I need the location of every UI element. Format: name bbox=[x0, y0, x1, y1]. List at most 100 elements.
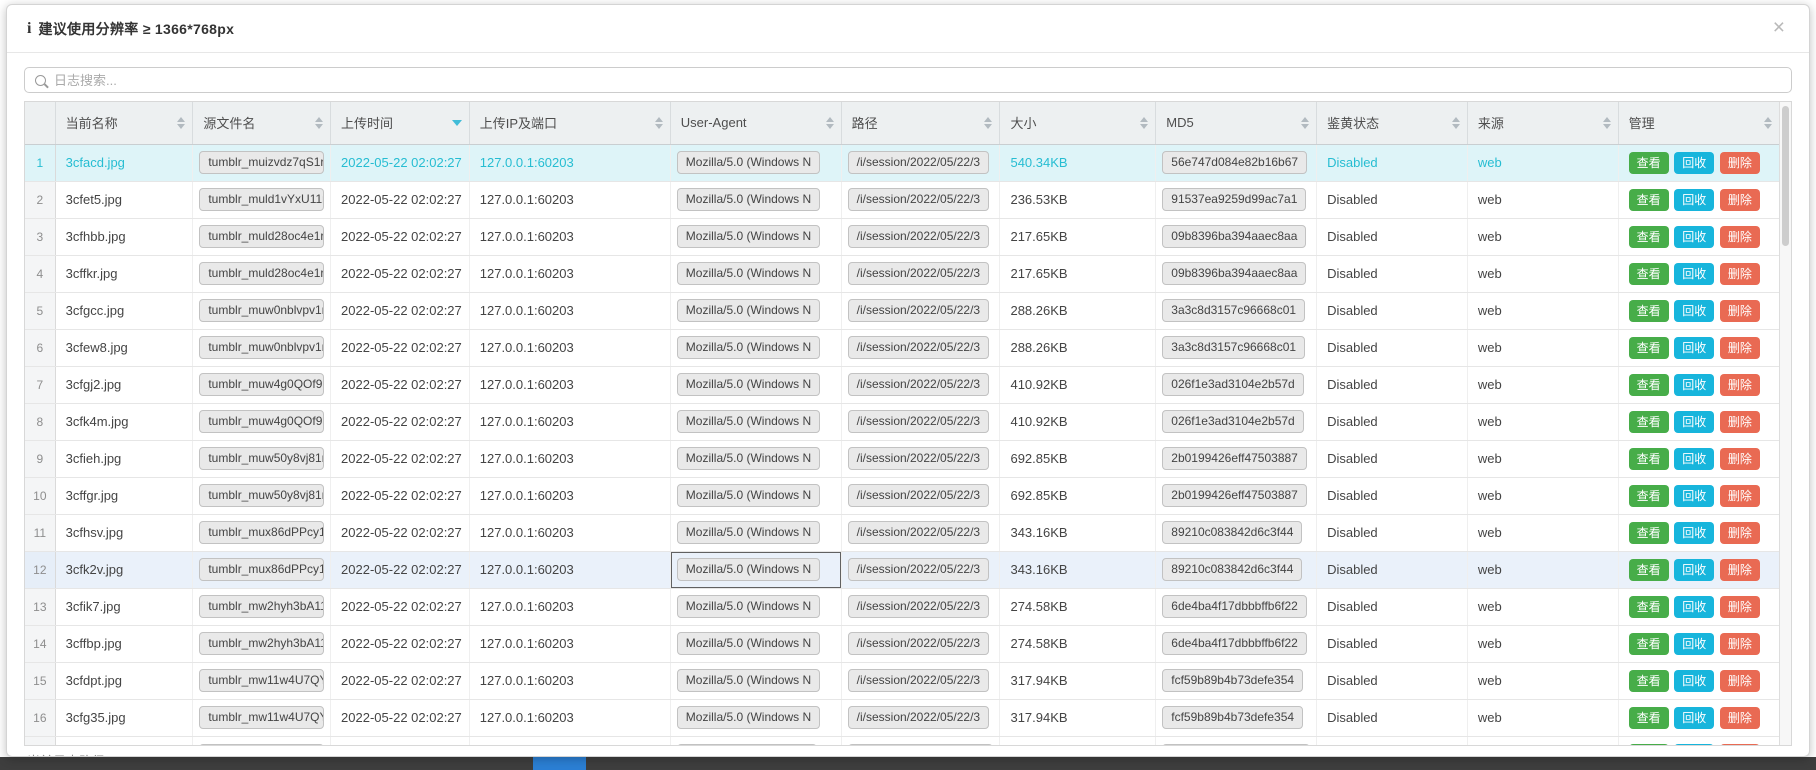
recycle-button[interactable]: 回收 bbox=[1674, 559, 1714, 581]
recycle-button[interactable]: 回收 bbox=[1674, 670, 1714, 692]
path-badge[interactable]: /i/session/2022/05/22/3 bbox=[848, 225, 989, 248]
source-file-badge[interactable]: tumblr_muw50y8vj81r2 bbox=[199, 447, 324, 470]
delete-button[interactable]: 删除 bbox=[1720, 152, 1760, 174]
path-badge[interactable]: /i/session/2022/05/22/3 bbox=[848, 299, 989, 322]
table-row[interactable]: 16 3cfg35.jpg tumblr_mw11w4U7QY1 2022-05… bbox=[25, 699, 1779, 736]
recycle-button[interactable]: 回收 bbox=[1674, 152, 1714, 174]
source-file-badge[interactable]: tumblr_muw50y8vj81r2 bbox=[199, 484, 324, 507]
delete-button[interactable]: 删除 bbox=[1720, 448, 1760, 470]
table-row[interactable]: 14 3cffbp.jpg tumblr_mw2hyh3bA11r 2022-0… bbox=[25, 625, 1779, 662]
md5-badge[interactable]: 3a3c8d3157c96668c01 bbox=[1162, 336, 1305, 359]
user-agent-badge[interactable]: Mozilla/5.0 (Windows N bbox=[677, 632, 820, 655]
source-file-badge[interactable]: tumblr_mux86dPPcy1r bbox=[199, 558, 324, 581]
view-button[interactable]: 查看 bbox=[1629, 411, 1669, 433]
path-badge[interactable]: /i/session/2022/05/22/3 bbox=[848, 521, 989, 544]
user-agent-badge[interactable]: Mozilla/5.0 (Windows N bbox=[677, 484, 820, 507]
table-row[interactable]: 2 3cfet5.jpg tumblr_muld1vYxU11r2 2022-0… bbox=[25, 181, 1779, 218]
recycle-button[interactable]: 回收 bbox=[1674, 263, 1714, 285]
table-row[interactable]: 5 3cfgcc.jpg tumblr_muw0nblvpv1r2 2022-0… bbox=[25, 292, 1779, 329]
md5-badge[interactable]: 6de4ba4f17dbbbffb6f22 bbox=[1162, 595, 1307, 618]
user-agent-badge[interactable]: Mozilla/5.0 (Windows N bbox=[677, 595, 820, 618]
column-header-path[interactable]: 路径 bbox=[841, 102, 1000, 144]
user-agent-badge[interactable]: Mozilla/5.0 (Windows N bbox=[677, 151, 820, 174]
recycle-button[interactable]: 回收 bbox=[1674, 448, 1714, 470]
table-row[interactable]: 10 3cffgr.jpg tumblr_muw50y8vj81r2 2022-… bbox=[25, 477, 1779, 514]
table-row[interactable]: 11 3cfhsv.jpg tumblr_mux86dPPcy1r 2022-0… bbox=[25, 514, 1779, 551]
view-button[interactable]: 查看 bbox=[1629, 300, 1669, 322]
path-badge[interactable]: /i/session/2022/05/22/3 bbox=[848, 373, 989, 396]
md5-badge[interactable]: fcf59b89b4b73defe354 bbox=[1162, 706, 1303, 729]
table-row[interactable]: 6 3cfew8.jpg tumblr_muw0nblvpv1r2 2022-0… bbox=[25, 329, 1779, 366]
column-header-origin[interactable]: 来源 bbox=[1467, 102, 1618, 144]
path-badge[interactable]: /i/session/2022/05/22/3 bbox=[848, 151, 989, 174]
recycle-button[interactable]: 回收 bbox=[1674, 707, 1714, 729]
column-header-time[interactable]: 上传时间 bbox=[331, 102, 470, 144]
user-agent-badge[interactable]: Mozilla/5.0 (Windows N bbox=[677, 262, 820, 285]
column-header-name[interactable]: 当前名称 bbox=[55, 102, 193, 144]
source-file-badge[interactable]: tumblr_mux86dPPcy1r bbox=[199, 521, 324, 544]
source-file-badge[interactable]: tumblr_mw2hyh3bA11r bbox=[199, 632, 324, 655]
user-agent-badge[interactable]: Mozilla/5.0 (Windows N bbox=[677, 669, 820, 692]
path-badge[interactable]: /i/session/2022/05/22/3 bbox=[848, 447, 989, 470]
recycle-button[interactable]: 回收 bbox=[1674, 522, 1714, 544]
search-box[interactable] bbox=[24, 67, 1792, 93]
recycle-button[interactable]: 回收 bbox=[1674, 374, 1714, 396]
view-button[interactable]: 查看 bbox=[1629, 522, 1669, 544]
sort-icon[interactable] bbox=[1764, 117, 1772, 129]
view-button[interactable]: 查看 bbox=[1629, 374, 1669, 396]
recycle-button[interactable]: 回收 bbox=[1674, 596, 1714, 618]
delete-button[interactable]: 删除 bbox=[1720, 596, 1760, 618]
recycle-button[interactable]: 回收 bbox=[1674, 411, 1714, 433]
source-file-badge[interactable]: tumblr_muizvdz7qS1r2 bbox=[199, 151, 324, 174]
view-button[interactable]: 查看 bbox=[1629, 152, 1669, 174]
column-header-status[interactable]: 鉴黄状态 bbox=[1317, 102, 1468, 144]
user-agent-badge[interactable]: Mozilla/5.0 (Windows N bbox=[677, 299, 820, 322]
delete-button[interactable]: 删除 bbox=[1720, 411, 1760, 433]
md5-badge[interactable]: 91537ea9259d99ac7a1 bbox=[1162, 188, 1306, 211]
sort-desc-icon[interactable] bbox=[452, 120, 462, 126]
table-row[interactable]: 12 3cfk2v.jpg tumblr_mux86dPPcy1r 2022-0… bbox=[25, 551, 1779, 588]
delete-button[interactable]: 删除 bbox=[1720, 374, 1760, 396]
md5-badge[interactable]: 89210c083842d6c3f44 bbox=[1162, 558, 1302, 581]
sort-icon[interactable] bbox=[655, 117, 663, 129]
recycle-button[interactable]: 回收 bbox=[1674, 337, 1714, 359]
sort-icon[interactable] bbox=[315, 117, 323, 129]
sort-icon[interactable] bbox=[1603, 117, 1611, 129]
source-file-badge[interactable]: tumblr_muld1vYxU11r2 bbox=[199, 188, 324, 211]
column-header-md5[interactable]: MD5 bbox=[1156, 102, 1317, 144]
column-header-useragent[interactable]: User-Agent bbox=[670, 102, 841, 144]
column-header-source[interactable]: 源文件名 bbox=[193, 102, 331, 144]
user-agent-badge[interactable]: Mozilla/5.0 (Windows N bbox=[677, 188, 820, 211]
md5-badge[interactable]: 09b8396ba394aaec8aa bbox=[1162, 225, 1306, 248]
source-file-badge[interactable]: tumblr_muld28oc4e1r2 bbox=[199, 262, 324, 285]
path-badge[interactable]: /i/session/2022/05/22/3 bbox=[848, 410, 989, 433]
sort-icon[interactable] bbox=[177, 117, 185, 129]
sort-icon[interactable] bbox=[1452, 117, 1460, 129]
delete-button[interactable]: 删除 bbox=[1720, 263, 1760, 285]
table-row[interactable]: 1 3cfacd.jpg tumblr_muizvdz7qS1r2 2022-0… bbox=[25, 144, 1779, 181]
recycle-button[interactable]: 回收 bbox=[1674, 633, 1714, 655]
table-row[interactable]: 8 3cfk4m.jpg tumblr_muw4g0QOf91r 2022-05… bbox=[25, 403, 1779, 440]
column-header-ip[interactable]: 上传IP及端口 bbox=[469, 102, 670, 144]
delete-button[interactable]: 删除 bbox=[1720, 559, 1760, 581]
view-button[interactable]: 查看 bbox=[1629, 448, 1669, 470]
search-input[interactable] bbox=[54, 73, 1781, 88]
scrollbar-thumb[interactable] bbox=[1782, 106, 1789, 246]
sort-icon[interactable] bbox=[984, 117, 992, 129]
delete-button[interactable]: 删除 bbox=[1720, 337, 1760, 359]
delete-button[interactable]: 删除 bbox=[1720, 226, 1760, 248]
md5-badge[interactable]: 89210c083842d6c3f44 bbox=[1162, 521, 1302, 544]
view-button[interactable]: 查看 bbox=[1629, 226, 1669, 248]
md5-badge[interactable]: 09b8396ba394aaec8aa bbox=[1162, 262, 1306, 285]
pagination-button-fragment[interactable] bbox=[533, 755, 586, 770]
sort-icon[interactable] bbox=[1140, 117, 1148, 129]
table-scrollbar[interactable] bbox=[1779, 102, 1791, 745]
source-file-badge[interactable]: tumblr_muw4g0QOf91r bbox=[199, 373, 324, 396]
user-agent-badge[interactable]: Mozilla/5.0 (Windows N bbox=[677, 706, 820, 729]
table-row[interactable]: 7 3cfgj2.jpg tumblr_muw4g0QOf91r 2022-05… bbox=[25, 366, 1779, 403]
md5-badge[interactable]: 026f1e3ad3104e2b57d bbox=[1162, 410, 1303, 433]
user-agent-badge[interactable]: Mozilla/5.0 (Windows N bbox=[677, 225, 820, 248]
source-file-badge[interactable]: tumblr_muld28oc4e1r2 bbox=[199, 225, 324, 248]
table-row[interactable]: 15 3cfdpt.jpg tumblr_mw11w4U7QY1 2022-05… bbox=[25, 662, 1779, 699]
md5-badge[interactable]: 6de4ba4f17dbbbffb6f22 bbox=[1162, 632, 1307, 655]
